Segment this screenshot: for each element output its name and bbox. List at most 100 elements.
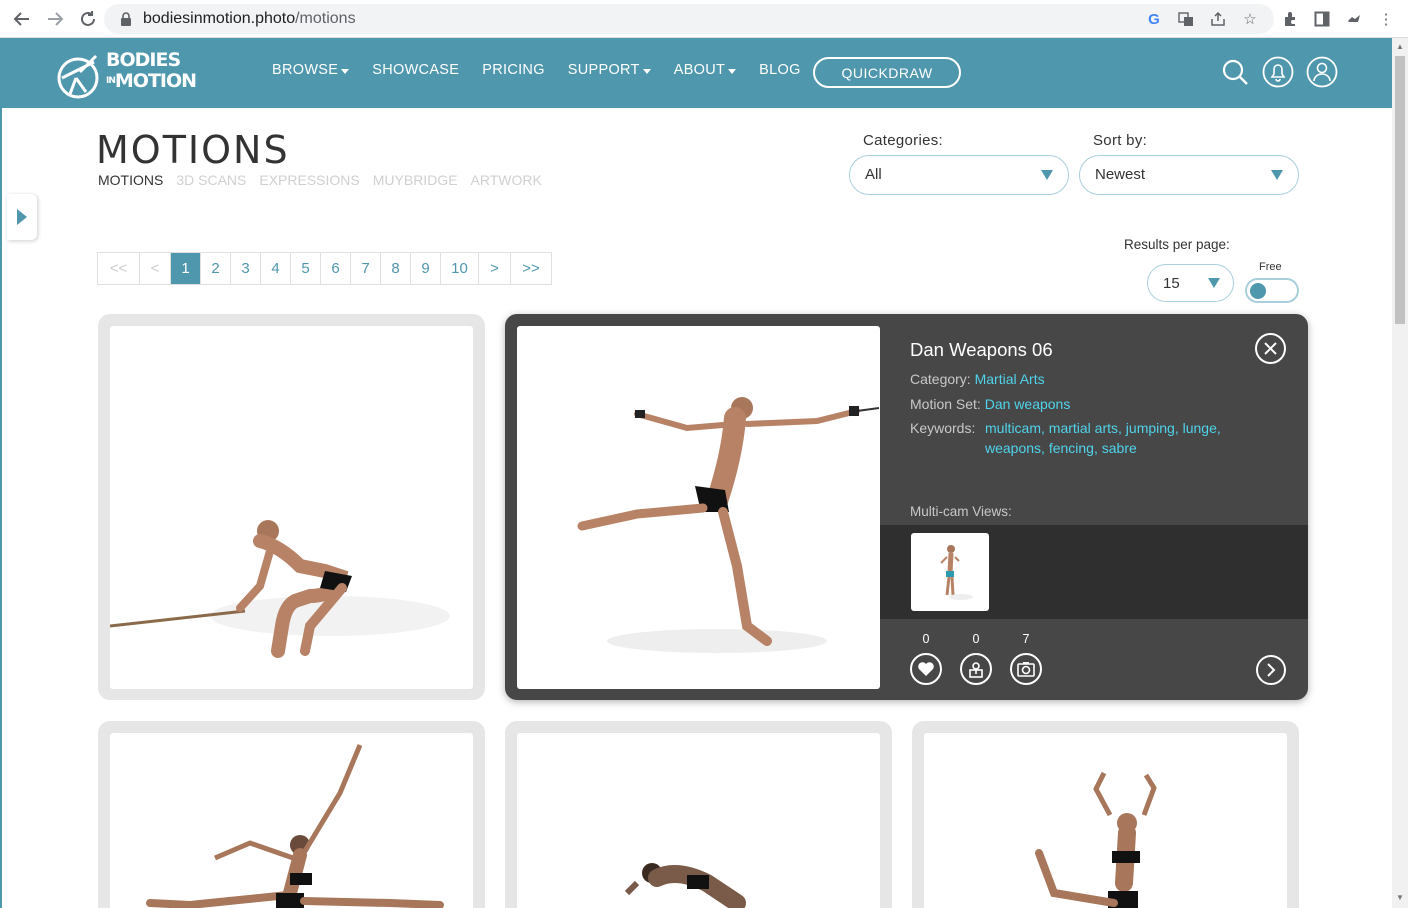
- multicam-label: Multi-cam Views:: [910, 504, 1012, 519]
- sort-select[interactable]: Newest: [1079, 155, 1299, 195]
- category-link[interactable]: Martial Arts: [975, 371, 1045, 387]
- sort-value: Newest: [1095, 166, 1146, 183]
- tab-motions[interactable]: MOTIONS: [98, 172, 163, 188]
- logo-emblem-icon: [57, 54, 99, 99]
- motion-card[interactable]: [98, 721, 485, 908]
- reload-icon[interactable]: [76, 7, 100, 31]
- results-per-page-select[interactable]: 15: [1147, 264, 1234, 302]
- tab-muybridge[interactable]: MUYBRIDGE: [373, 172, 458, 188]
- url-text: bodiesinmotion.photo/motions: [143, 10, 356, 27]
- motion-title: Dan Weapons 06: [910, 339, 1053, 360]
- search-icon[interactable]: [1219, 56, 1251, 88]
- tab-3d-scans[interactable]: 3D SCANS: [176, 172, 246, 188]
- page-10[interactable]: 10: [441, 253, 479, 284]
- page-8[interactable]: 8: [381, 253, 411, 284]
- tab-expressions[interactable]: EXPRESSIONS: [259, 172, 359, 188]
- forward-icon[interactable]: [43, 7, 67, 31]
- nav-browse[interactable]: BROWSE: [272, 62, 350, 78]
- motion-card[interactable]: [505, 721, 892, 908]
- expand-arrow-icon: [17, 209, 27, 225]
- google-icon[interactable]: G: [1144, 9, 1164, 29]
- scroll-up-icon[interactable]: ▲: [1396, 42, 1404, 51]
- motion-thumbnail[interactable]: [517, 326, 880, 689]
- download-button[interactable]: [960, 653, 992, 685]
- user-account-icon[interactable]: [1306, 56, 1338, 88]
- categories-label: Categories:: [863, 132, 944, 149]
- content-type-tabs: MOTIONS 3D SCANS EXPRESSIONS MUYBRIDGE A…: [98, 172, 542, 188]
- translate-icon[interactable]: [1176, 9, 1196, 29]
- camera-icon: [1017, 662, 1035, 677]
- page-prev[interactable]: <: [140, 253, 171, 284]
- main-nav: BROWSE SHOWCASE PRICING SUPPORT ABOUT BL…: [272, 62, 824, 78]
- results-per-page-value: 15: [1163, 275, 1180, 292]
- category-row: Category: Martial Arts: [910, 371, 1045, 387]
- nav-support[interactable]: SUPPORT: [568, 62, 651, 78]
- page-6[interactable]: 6: [321, 253, 351, 284]
- motion-thumbnail[interactable]: [924, 733, 1287, 908]
- scroll-down-icon[interactable]: ▼: [1396, 893, 1404, 902]
- motion-detail-panel: Dan Weapons 06 Category: Martial Arts Mo…: [880, 314, 1308, 700]
- categories-value: All: [865, 166, 882, 183]
- page-5[interactable]: 5: [291, 253, 321, 284]
- results-per-page-label: Results per page:: [1124, 237, 1230, 252]
- dropdown-arrow-icon: [1041, 170, 1053, 180]
- nav-about[interactable]: ABOUT: [674, 62, 737, 78]
- page-viewport: BODIES INMOTION BROWSE SHOWCASE PRICING …: [0, 38, 1408, 908]
- profile-extension-icon[interactable]: [1344, 9, 1364, 29]
- keywords-label: Keywords:: [910, 420, 976, 436]
- caret-down-icon: [341, 68, 350, 74]
- free-toggle[interactable]: [1245, 278, 1299, 303]
- heart-icon: [918, 662, 934, 676]
- keywords-links[interactable]: multicam, martial arts, jumping, lunge, …: [985, 418, 1275, 458]
- categories-select[interactable]: All: [849, 155, 1069, 195]
- page-2[interactable]: 2: [201, 253, 231, 284]
- extensions-icon[interactable]: [1280, 9, 1300, 29]
- motion-thumbnail[interactable]: [517, 733, 880, 908]
- likes-count: 0: [922, 632, 930, 646]
- sidebar-toggle[interactable]: [7, 194, 37, 240]
- next-motion-button[interactable]: [1256, 655, 1286, 685]
- nav-blog[interactable]: BLOG: [759, 62, 801, 78]
- page-9[interactable]: 9: [411, 253, 441, 284]
- nav-showcase[interactable]: SHOWCASE: [372, 62, 459, 78]
- motion-set-link[interactable]: Dan weapons: [985, 396, 1071, 412]
- page-1[interactable]: 1: [171, 253, 201, 284]
- motion-thumbnail[interactable]: [110, 326, 473, 689]
- photos-count: 7: [1022, 632, 1030, 646]
- sort-label: Sort by:: [1093, 132, 1148, 149]
- page-last[interactable]: >>: [511, 253, 551, 284]
- page-4[interactable]: 4: [261, 253, 291, 284]
- tab-artwork[interactable]: ARTWORK: [471, 172, 542, 188]
- page-next[interactable]: >: [479, 253, 511, 284]
- notification-bell-icon[interactable]: [1262, 56, 1294, 88]
- scroll-thumb[interactable]: [1395, 56, 1405, 324]
- page-first[interactable]: <<: [98, 253, 140, 284]
- motion-thumbnail[interactable]: [110, 733, 473, 908]
- bookmark-star-icon[interactable]: ☆: [1240, 9, 1260, 29]
- menu-kebab-icon[interactable]: ⋮: [1376, 9, 1396, 29]
- page-7[interactable]: 7: [351, 253, 381, 284]
- motion-card[interactable]: [912, 721, 1299, 908]
- photos-button[interactable]: [1010, 653, 1042, 685]
- quickdraw-button[interactable]: QUICKDRAW: [813, 57, 961, 88]
- close-detail-button[interactable]: [1255, 333, 1286, 364]
- free-label: Free: [1259, 261, 1282, 273]
- share-icon[interactable]: [1208, 9, 1228, 29]
- multicam-thumbnail[interactable]: [911, 533, 989, 611]
- page-3[interactable]: 3: [231, 253, 261, 284]
- motion-set-label: Motion Set:: [910, 396, 981, 412]
- browser-toolbar: bodiesinmotion.photo/motions G ☆ ⋮: [0, 0, 1408, 38]
- back-icon[interactable]: [10, 7, 34, 31]
- motion-card[interactable]: [98, 314, 485, 700]
- chevron-right-icon: [1267, 663, 1276, 677]
- nav-pricing[interactable]: PRICING: [482, 62, 545, 78]
- like-button[interactable]: [910, 653, 942, 685]
- site-header: BODIES INMOTION BROWSE SHOWCASE PRICING …: [2, 38, 1392, 108]
- address-bar[interactable]: bodiesinmotion.photo/motions: [104, 4, 1274, 34]
- side-panel-icon[interactable]: [1312, 9, 1332, 29]
- site-logo[interactable]: BODIES INMOTION: [56, 48, 197, 100]
- page-scrollbar[interactable]: ▲ ▼: [1392, 38, 1408, 908]
- category-label: Category:: [910, 371, 971, 387]
- close-icon: [1264, 342, 1277, 355]
- downloads-count: 0: [972, 632, 980, 646]
